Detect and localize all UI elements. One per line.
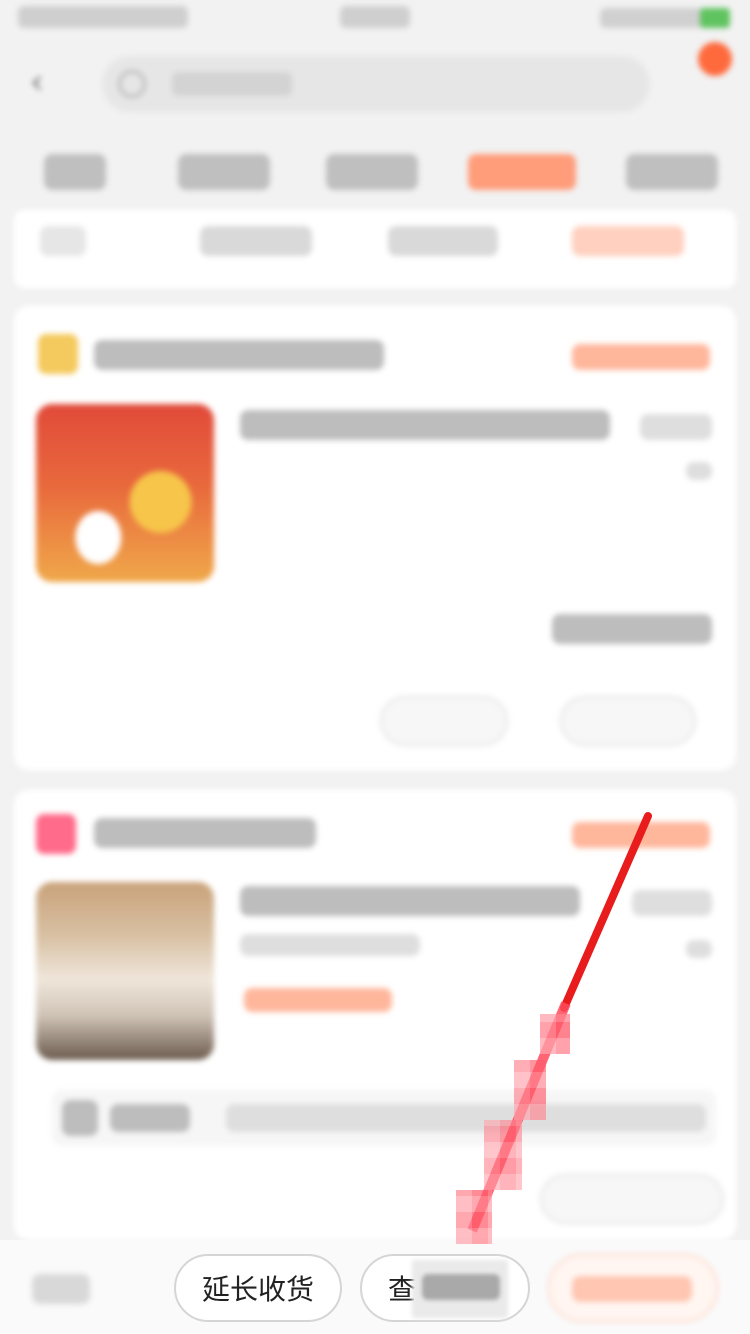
pixelated-arrow-segment — [456, 1190, 492, 1244]
red-arrow-annotation — [467, 812, 652, 1233]
pixelated-arrow-segment — [514, 1060, 546, 1120]
pixelated-arrow-segment — [484, 1120, 522, 1190]
pixelated-arrow-segment — [540, 1014, 570, 1054]
